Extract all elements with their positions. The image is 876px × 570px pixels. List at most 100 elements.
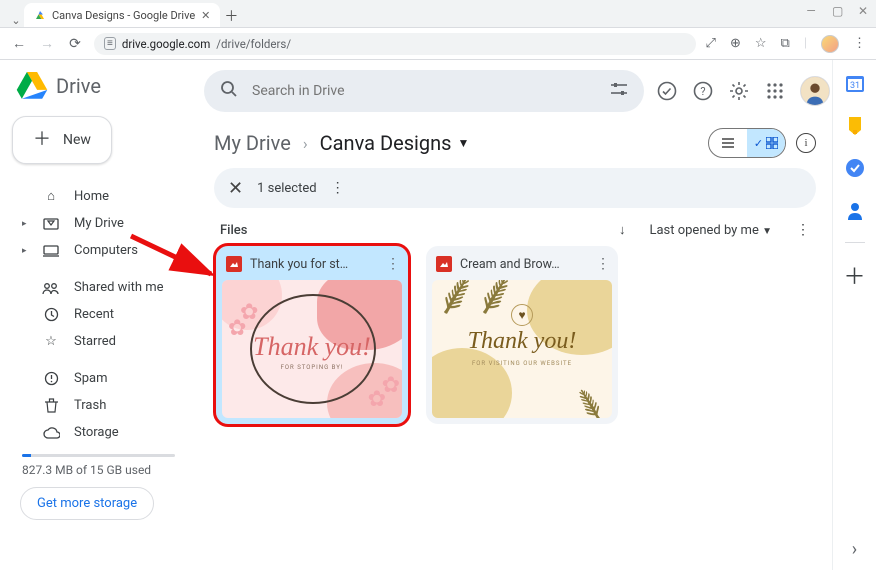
reverse-sort-icon[interactable]: ↓ xyxy=(619,222,626,238)
file-more-icon[interactable]: ⋮ xyxy=(386,262,400,267)
sidebar-item-trash[interactable]: Trash xyxy=(12,392,192,419)
thumb-sub-text: FOR VISITING OUR WEBSITE xyxy=(432,360,612,367)
apps-grid-icon[interactable] xyxy=(764,80,786,102)
zoom-icon[interactable]: ⊕ xyxy=(730,36,741,51)
collapse-panel-icon[interactable]: › xyxy=(852,539,857,560)
grid-view-button[interactable]: ✓ xyxy=(747,129,785,157)
get-more-storage-button[interactable]: Get more storage xyxy=(20,487,154,520)
browser-tab[interactable]: Canva Designs - Google Drive ✕ xyxy=(24,3,220,27)
back-button[interactable]: ← xyxy=(10,35,28,52)
sort-dropdown[interactable]: Last opened by me ▼ xyxy=(649,223,772,238)
chevron-down-icon: ▼ xyxy=(762,226,772,237)
thumb-main-text: Thank you! xyxy=(432,328,612,355)
main-area: ? My Drive › Canva Designs ▼ ✓ i xyxy=(200,60,876,570)
expand-icon[interactable]: ▸ xyxy=(22,219,28,229)
sidebar-item-shared[interactable]: Shared with me xyxy=(12,274,192,301)
url-path: /drive/folders/ xyxy=(216,37,291,51)
account-avatar[interactable] xyxy=(800,76,830,106)
breadcrumb-root[interactable]: My Drive xyxy=(214,131,291,155)
search-input[interactable] xyxy=(252,83,596,99)
site-info-icon[interactable]: ≡ xyxy=(104,37,116,50)
file-more-icon[interactable]: ⋮ xyxy=(596,262,610,267)
star-icon: ☆ xyxy=(42,334,60,349)
sidebar-item-label: Home xyxy=(74,189,109,204)
window-maximize-icon[interactable]: ▢ xyxy=(832,4,842,18)
chrome-menu-icon[interactable]: ⋮ xyxy=(853,36,866,51)
info-icon[interactable]: i xyxy=(796,133,816,153)
get-addons-icon[interactable]: ＋ xyxy=(845,265,865,285)
window-minimize-icon[interactable]: — xyxy=(806,4,816,18)
chevron-right-icon: › xyxy=(303,134,308,153)
plus-icon: ＋ xyxy=(33,131,51,149)
folder-dropdown-icon[interactable]: ▼ xyxy=(457,136,469,150)
selection-bar: ✕ 1 selected ⋮ xyxy=(214,168,816,208)
sidebar-item-label: Spam xyxy=(74,371,108,386)
sidebar-item-computers[interactable]: ▸Computers xyxy=(12,237,192,264)
svg-text:?: ? xyxy=(700,85,705,98)
files-section-label: Files xyxy=(220,223,247,238)
install-app-icon[interactable]: ⤢ xyxy=(706,36,716,51)
sidebar: Drive ＋ New ⌂Home ▸ My Drive ▸Computers S… xyxy=(0,60,200,570)
more-options-icon[interactable]: ⋮ xyxy=(796,228,810,233)
file-card[interactable]: Thank you for st… ⋮ ✿✿✿✿ Thank you! FOR … xyxy=(216,246,408,424)
file-name: Thank you for st… xyxy=(250,257,378,272)
tab-dropdown-icon[interactable]: ⌄ xyxy=(8,14,24,27)
drive-logo-icon xyxy=(16,72,48,100)
sidebar-item-starred[interactable]: ☆ Starred xyxy=(12,328,192,355)
search-box[interactable] xyxy=(204,70,644,112)
browser-toolbar: ← → ⟳ ≡ drive.google.com/drive/folders/ … xyxy=(0,28,876,60)
file-card[interactable]: Cream and Brow… ⋮ ⸙⸙⸙ ♥ Thank you! FOR V… xyxy=(426,246,618,424)
selection-more-icon[interactable]: ⋮ xyxy=(331,186,345,191)
recent-icon xyxy=(42,307,60,322)
expand-icon[interactable]: ▸ xyxy=(22,246,28,256)
window-close-icon[interactable]: ✕ xyxy=(858,4,868,18)
tab-close-icon[interactable]: ✕ xyxy=(201,9,210,22)
sidebar-item-mydrive[interactable]: ▸ My Drive xyxy=(12,210,192,237)
sidebar-item-label: Storage xyxy=(74,425,119,440)
address-bar[interactable]: ≡ drive.google.com/drive/folders/ xyxy=(94,33,696,55)
new-button[interactable]: ＋ New xyxy=(12,116,112,164)
breadcrumb: My Drive › Canva Designs ▼ xyxy=(214,131,469,155)
tasks-addon-icon[interactable] xyxy=(845,158,865,178)
sidebar-item-storage[interactable]: Storage xyxy=(12,419,192,446)
support-icon[interactable]: ? xyxy=(692,80,714,102)
list-view-button[interactable] xyxy=(709,129,747,157)
file-name: Cream and Brow… xyxy=(460,257,588,272)
drive-logo[interactable]: Drive xyxy=(12,72,101,100)
forward-button[interactable]: → xyxy=(38,35,56,52)
check-icon: ✓ xyxy=(754,137,763,150)
new-tab-button[interactable]: ＋ xyxy=(220,5,242,27)
sidebar-item-label: My Drive xyxy=(74,216,124,231)
clear-selection-icon[interactable]: ✕ xyxy=(228,178,243,199)
drive-brand-text: Drive xyxy=(56,74,101,98)
chrome-profile-avatar[interactable] xyxy=(821,35,839,53)
file-thumbnail: ✿✿✿✿ Thank you! FOR STOPING BY! xyxy=(222,280,402,418)
sidebar-item-label: Shared with me xyxy=(74,280,164,295)
side-panel-rail: 31 ＋ › xyxy=(832,60,876,570)
browser-tab-title: Canva Designs - Google Drive xyxy=(52,9,195,22)
sidebar-item-label: Trash xyxy=(74,398,106,413)
extensions-icon[interactable]: ⧉ xyxy=(781,36,790,51)
reload-button[interactable]: ⟳ xyxy=(66,36,84,52)
browser-tab-strip: ⌄ Canva Designs - Google Drive ✕ ＋ — ▢ ✕ xyxy=(0,0,876,28)
breadcrumb-current[interactable]: Canva Designs ▼ xyxy=(320,131,470,155)
svg-text:31: 31 xyxy=(849,81,859,91)
get-more-storage-label: Get more storage xyxy=(37,496,137,511)
sidebar-item-recent[interactable]: Recent xyxy=(12,301,192,328)
mydrive-icon xyxy=(42,217,60,231)
storage-used-text: 827.3 MB of 15 GB used xyxy=(12,463,151,477)
search-tune-icon[interactable] xyxy=(610,82,628,100)
offline-ready-icon[interactable] xyxy=(656,80,678,102)
keep-addon-icon[interactable] xyxy=(845,116,865,136)
spam-icon xyxy=(42,371,60,386)
file-thumbnail: ⸙⸙⸙ ♥ Thank you! FOR VISITING OUR WEBSIT… xyxy=(432,280,612,418)
drive-favicon-icon xyxy=(34,9,46,21)
bookmark-icon[interactable]: ☆ xyxy=(755,36,767,51)
selection-count: 1 selected xyxy=(257,181,316,196)
sidebar-item-home[interactable]: ⌂Home xyxy=(12,182,192,210)
settings-gear-icon[interactable] xyxy=(728,80,750,102)
calendar-addon-icon[interactable]: 31 xyxy=(845,74,865,94)
sidebar-item-spam[interactable]: Spam xyxy=(12,365,192,392)
contacts-addon-icon[interactable] xyxy=(845,200,865,220)
sidebar-item-label: Starred xyxy=(74,334,116,349)
